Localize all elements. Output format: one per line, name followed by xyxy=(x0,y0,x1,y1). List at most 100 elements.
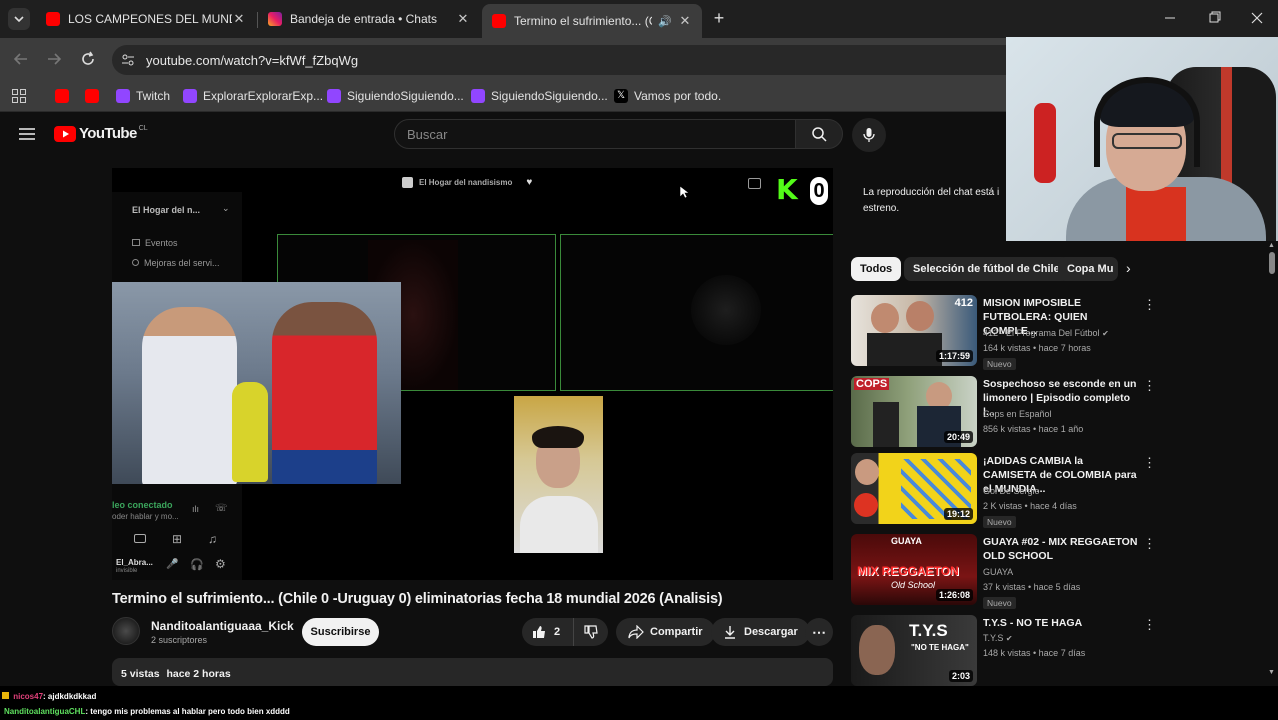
recommendation-item[interactable]: COPS 20:49 Sospechoso se esconde en un l… xyxy=(851,376,1156,448)
video-thumbnail[interactable]: GUAYA MIX REGGAETON Old School 1:26:08 xyxy=(851,534,977,605)
rec-channel[interactable]: T.Y.S ✔ xyxy=(983,633,1013,643)
boost-icon xyxy=(132,259,139,266)
instagram-icon xyxy=(268,12,282,26)
subscribe-button[interactable]: Suscribirse xyxy=(302,618,379,646)
like-button[interactable]: 2 xyxy=(522,618,574,646)
reload-icon xyxy=(82,51,94,65)
streamer-webcam xyxy=(1006,37,1278,241)
rec-channel[interactable]: Gol De Sergio xyxy=(983,486,1040,496)
close-icon[interactable]: ✕ xyxy=(456,11,470,27)
rec-meta: 164 k vistas • hace 7 horas xyxy=(983,343,1091,353)
new-tab-button[interactable]: + xyxy=(708,8,730,30)
twitch-icon xyxy=(327,89,341,103)
bookmark-twitch[interactable]: Twitch xyxy=(116,87,170,105)
search-input[interactable]: Buscar xyxy=(394,119,796,149)
scroll-down-arrow[interactable]: ▼ xyxy=(1268,669,1275,676)
more-vertical-icon[interactable]: ⋮ xyxy=(1143,536,1156,552)
signal-icon: ılı xyxy=(192,504,200,514)
video-thumbnail[interactable]: COPS 20:49 xyxy=(851,376,977,447)
video-title: Termino el sufrimiento... (Chile 0 -Urug… xyxy=(112,591,723,607)
bookmark-siguiendo-1[interactable]: SiguiendoSiguiendo... xyxy=(327,87,464,105)
video-thumbnail[interactable]: 19:12 xyxy=(851,453,977,524)
video-thumbnail[interactable]: 412 1:17:59 xyxy=(851,295,977,366)
video-thumbnail[interactable]: T.Y.S "NO TE HAGA" 2:03 xyxy=(851,615,977,686)
rec-meta: 2 K vistas • hace 4 días xyxy=(983,501,1077,511)
recommendation-item[interactable]: 412 1:17:59 MISION IMPOSIBLE FUTBOLERA: … xyxy=(851,295,1156,370)
menu-button[interactable] xyxy=(19,127,35,141)
chip-todos[interactable]: Todos xyxy=(851,257,902,281)
youtube-icon xyxy=(492,14,506,28)
more-vertical-icon[interactable]: ⋮ xyxy=(1143,297,1156,313)
chip-seleccion-chile[interactable]: Selección de fútbol de Chile xyxy=(904,257,1069,281)
apps-icon[interactable] xyxy=(12,89,26,103)
channel-name[interactable]: Nanditoalantiguaaa_Kick xyxy=(151,619,294,633)
page-scrollbar[interactable]: ▲ ▼ xyxy=(1268,242,1276,680)
more-vertical-icon[interactable]: ⋮ xyxy=(1143,455,1156,471)
share-button[interactable]: Compartir xyxy=(616,618,715,646)
dislike-button[interactable] xyxy=(574,618,608,646)
gear-icon: ⚙ xyxy=(215,557,226,571)
microphone-icon: 🎤 xyxy=(166,559,179,570)
bookmark-siguiendo-2[interactable]: SiguiendoSiguiendo... xyxy=(471,87,608,105)
download-button[interactable]: Descargar xyxy=(711,618,810,646)
thumbs-down-icon xyxy=(584,625,598,639)
microphone-icon xyxy=(863,128,875,142)
tab-title: Bandeja de entrada • Chats xyxy=(290,12,437,26)
close-icon[interactable]: ✕ xyxy=(678,13,692,29)
voice-connected-text: leo conectado xyxy=(112,500,173,510)
bookmark-youtube-1[interactable] xyxy=(55,87,75,105)
subscriber-count: 2 suscriptores xyxy=(151,635,208,645)
calendar-icon xyxy=(132,239,140,246)
close-window-button[interactable] xyxy=(1247,8,1267,28)
forward-button[interactable] xyxy=(45,50,63,68)
scroll-thumb[interactable] xyxy=(1269,252,1275,274)
bookmark-x[interactable]: 𝕏 Vamos por todo. xyxy=(614,87,721,105)
bookmark-youtube-2[interactable] xyxy=(85,87,105,105)
video-player[interactable]: El Hogar del n... ⌄ Eventos Mejoras del … xyxy=(112,168,833,580)
close-icon[interactable]: ✕ xyxy=(232,11,246,27)
more-vertical-icon[interactable]: ⋮ xyxy=(1143,617,1156,633)
twitch-icon xyxy=(183,89,197,103)
rec-title[interactable]: T.Y.S - NO TE HAGA xyxy=(983,616,1138,630)
arrow-right-icon xyxy=(48,53,62,65)
reload-button[interactable] xyxy=(79,50,97,68)
rec-title[interactable]: GUAYA #02 - MIX REGGAETON OLD SCHOOL xyxy=(983,535,1138,563)
tab-search-dropdown[interactable] xyxy=(8,8,30,30)
description-box[interactable]: 5 vistas hace 2 horas xyxy=(112,658,833,686)
overlay-server-title: El Hogar del nandisismo ♥ xyxy=(402,177,532,188)
server-icon xyxy=(402,177,413,188)
user-name: El_Abra... xyxy=(116,558,153,567)
rec-channel[interactable]: Cops en Español xyxy=(983,409,1052,419)
more-vertical-icon[interactable]: ⋮ xyxy=(1143,378,1156,394)
cursor-icon xyxy=(679,185,689,199)
tab-2[interactable]: Bandeja de entrada • Chats ✕ xyxy=(258,5,480,33)
tab-title: Termino el sufrimiento... (Ch xyxy=(514,14,653,28)
tab-1[interactable]: LOS CAMPEONES DEL MUNDO ✕ xyxy=(36,5,256,33)
restore-button[interactable] xyxy=(1204,8,1224,28)
arrow-left-icon xyxy=(13,53,27,65)
rec-channel[interactable]: GUAYA xyxy=(983,567,1013,577)
scroll-up-arrow[interactable]: ▲ xyxy=(1268,242,1275,249)
recommendation-item[interactable]: T.Y.S "NO TE HAGA" 2:03 T.Y.S - NO TE HA… xyxy=(851,615,1156,687)
rec-channel[interactable]: 412 - El Programa Del Fútbol ✔ xyxy=(983,328,1109,338)
voice-search-button[interactable] xyxy=(852,118,886,152)
recommendation-item[interactable]: 19:12 ¡ADIDAS CAMBIA la CAMISETA de COLO… xyxy=(851,453,1156,528)
youtube-logo[interactable]: YouTube CL xyxy=(54,125,148,142)
bookmark-explorar[interactable]: ExplorarExplorarExp... xyxy=(183,87,323,105)
recommendation-item[interactable]: GUAYA MIX REGGAETON Old School 1:26:08 G… xyxy=(851,534,1156,609)
headphones-icon: 🎧 xyxy=(190,559,204,571)
back-button[interactable] xyxy=(12,50,30,68)
channel-avatar[interactable] xyxy=(112,617,140,645)
tab-3-active[interactable]: Termino el sufrimiento... (Ch 🔊 ✕ xyxy=(482,4,702,38)
chip-copa[interactable]: Copa Mu xyxy=(1058,257,1118,281)
minimize-button[interactable] xyxy=(1160,8,1180,28)
chevron-right-icon[interactable]: › xyxy=(1126,260,1131,276)
chat-message: NanditoalantiguaCHL: tengo mis problemas… xyxy=(4,707,290,716)
more-actions-button[interactable]: ⋯ xyxy=(805,618,833,646)
speaker-icon[interactable]: 🔊 xyxy=(658,15,672,28)
x-icon: 𝕏 xyxy=(614,89,628,103)
site-info-icon[interactable] xyxy=(120,52,136,68)
twitch-icon xyxy=(471,89,485,103)
search-button[interactable] xyxy=(795,119,843,149)
chevron-down-icon: ⌄ xyxy=(222,203,230,213)
